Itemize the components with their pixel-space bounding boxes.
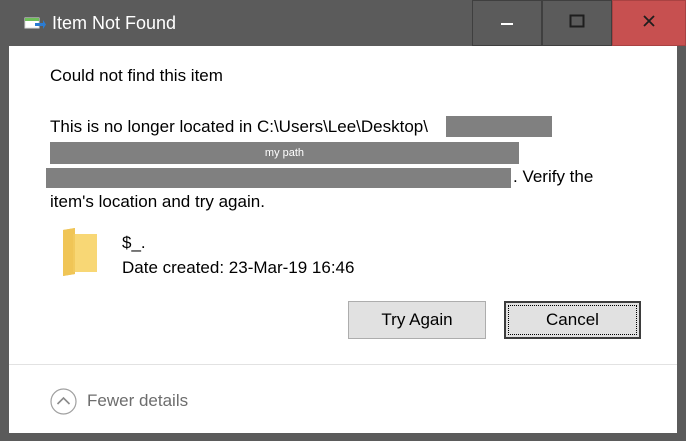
- window-title: Item Not Found: [52, 13, 177, 33]
- details-footer: Fewer details: [9, 364, 677, 433]
- folder-icon: [59, 226, 99, 278]
- redacted-path-segment: my path: [50, 142, 519, 164]
- minimize-icon: [500, 14, 514, 33]
- message-line-4: item's location and try again.: [50, 192, 265, 211]
- cancel-button-label: Cancel: [546, 310, 599, 329]
- maximize-button[interactable]: [542, 0, 612, 46]
- title-bar[interactable]: Item Not Found: [0, 0, 686, 46]
- cancel-button[interactable]: Cancel: [504, 301, 641, 339]
- try-again-button[interactable]: Try Again: [348, 301, 486, 339]
- dialog-heading: Could not find this item: [50, 66, 223, 85]
- message-line-1: This is no longer located in C:\Users\Le…: [50, 117, 428, 136]
- redaction-label: my path: [264, 147, 305, 159]
- item-date-created: Date created: 23-Mar-19 16:46: [122, 258, 355, 277]
- close-icon: [642, 14, 656, 33]
- maximize-icon: [569, 14, 585, 33]
- close-button[interactable]: [612, 0, 686, 46]
- chevron-up-icon[interactable]: [50, 388, 77, 415]
- fewer-details-toggle[interactable]: Fewer details: [87, 390, 188, 412]
- redacted-path-segment: [46, 168, 511, 188]
- minimize-button[interactable]: [472, 0, 542, 46]
- redacted-path-segment: [446, 116, 552, 137]
- app-icon: [24, 15, 46, 31]
- dialog-body: Could not find this item This is no long…: [9, 46, 677, 433]
- message-line-3: . Verify the: [513, 167, 594, 186]
- item-name: $_.: [122, 233, 146, 252]
- item-not-found-dialog: Item Not Found Could not find this item …: [0, 0, 686, 441]
